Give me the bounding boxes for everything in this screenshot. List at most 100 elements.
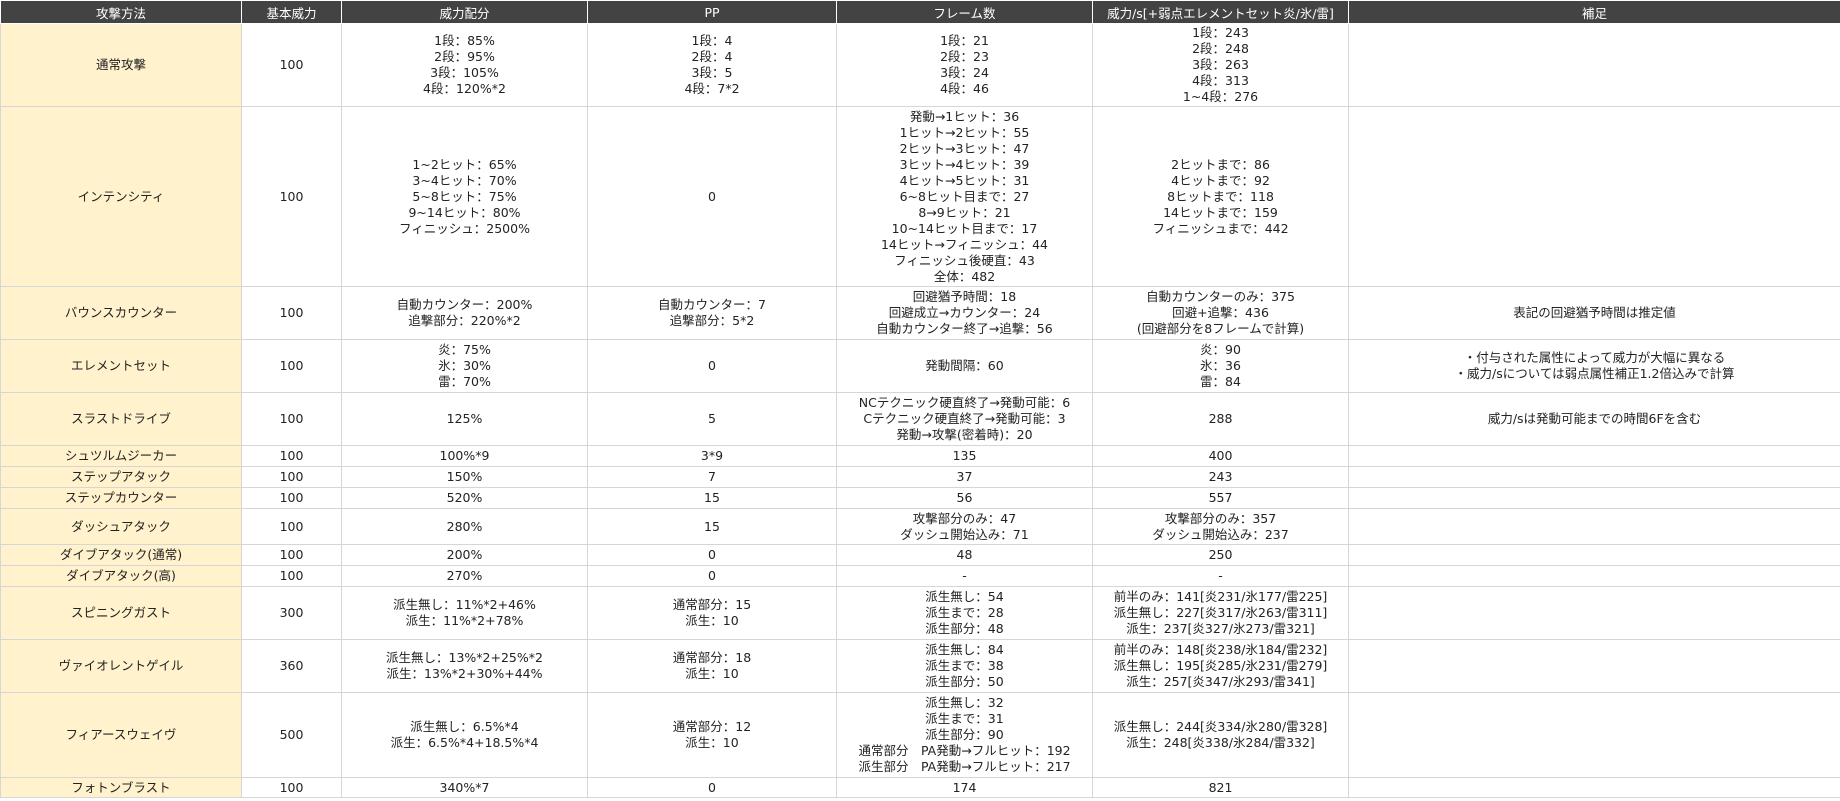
pp-cell: 0 [587, 777, 837, 798]
notes-cell [1348, 777, 1840, 798]
header-frame-count: フレーム数 [836, 0, 1093, 24]
header-notes: 補足 [1348, 0, 1840, 24]
attack-method-cell: ダッシュアタック [0, 508, 242, 545]
frame-count-cell: - [836, 565, 1093, 587]
base-power-cell: 100 [241, 487, 342, 509]
power-distribution-cell: 100%*9 [341, 445, 588, 467]
power-per-second-cell: 前半のみ：148[炎238/氷184/雷232] 派生無し：195[炎285/氷… [1092, 639, 1349, 693]
table-row: ダッシュアタック 100 280% 15 攻撃部分のみ：47 ダッシュ開始込み：71 攻撃… [0, 508, 1840, 545]
attack-method-cell: エレメントセット [0, 339, 242, 393]
base-power-cell: 360 [241, 639, 342, 693]
base-power-cell: 100 [241, 565, 342, 587]
power-per-second-cell: 自動カウンターのみ：375 回避+追撃：436 (回避部分を8フレームで計算) [1092, 286, 1349, 340]
table-row: ダイブアタック(通常) 100 200% 0 48 250 [0, 544, 1840, 566]
base-power-cell: 100 [241, 544, 342, 566]
base-power-cell: 100 [241, 23, 342, 107]
base-power-cell: 100 [241, 392, 342, 446]
base-power-cell: 100 [241, 466, 342, 488]
pp-cell: 5 [587, 392, 837, 446]
pp-cell: 0 [587, 544, 837, 566]
notes-cell: 威力/sは発動可能までの時間6Fを含む [1348, 392, 1840, 446]
power-per-second-cell: 攻撃部分のみ：357 ダッシュ開始込み：237 [1092, 508, 1349, 545]
base-power-cell: 300 [241, 586, 342, 640]
pp-cell: 0 [587, 339, 837, 393]
notes-cell [1348, 692, 1840, 778]
table-row: エレメントセット 100 炎：75% 氷：30% 雷：70% 0 発動間隔：60 炎：90… [0, 339, 1840, 393]
power-per-second-cell: 2ヒットまで：86 4ヒットまで：92 8ヒットまで：118 14ヒットまで：1… [1092, 106, 1349, 287]
frame-count-cell: NCテクニック硬直終了→発動可能：6 Cテクニック硬直終了→発動可能：3 発動→… [836, 392, 1093, 446]
power-distribution-cell: 自動カウンター：200% 追撃部分：220%*2 [341, 286, 588, 340]
notes-cell [1348, 565, 1840, 587]
pp-cell: 自動カウンター：7 追撃部分：5*2 [587, 286, 837, 340]
frame-count-cell: 発動間隔：60 [836, 339, 1093, 393]
base-power-cell: 100 [241, 445, 342, 467]
header-base-power: 基本威力 [241, 0, 342, 24]
table-row: バウンスカウンター 100 自動カウンター：200% 追撃部分：220%*2 自動カウ… [0, 286, 1840, 340]
notes-cell [1348, 508, 1840, 545]
power-per-second-cell: 1段：243 2段：248 3段：263 4段：313 1~4段：276 [1092, 23, 1349, 107]
power-distribution-cell: 炎：75% 氷：30% 雷：70% [341, 339, 588, 393]
pp-cell: 7 [587, 466, 837, 488]
frame-count-cell: 56 [836, 487, 1093, 509]
frame-count-cell: 派生無し：84 派生まで：38 派生部分：50 [836, 639, 1093, 693]
power-per-second-cell: 派生無し：244[炎334/氷280/雷328] 派生：248[炎338/氷28… [1092, 692, 1349, 778]
power-distribution-cell: 340%*7 [341, 777, 588, 798]
power-per-second-cell: - [1092, 565, 1349, 587]
frame-count-cell: 174 [836, 777, 1093, 798]
power-distribution-cell: 派生無し：13%*2+25%*2 派生：13%*2+30%+44% [341, 639, 588, 693]
notes-cell: ・付与された属性によって威力が大幅に異なる ・威力/sについては弱点属性補正1.… [1348, 339, 1840, 393]
attack-data-table: 攻撃方法 基本威力 威力配分 PP フレーム数 威力/s[+弱点エレメントセット… [0, 0, 1840, 798]
frame-count-cell: 回避猶予時間：18 回避成立→カウンター：24 自動カウンター終了→追撃：56 [836, 286, 1093, 340]
header-attack-method: 攻撃方法 [0, 0, 242, 24]
power-per-second-cell: 250 [1092, 544, 1349, 566]
attack-method-cell: ダイブアタック(通常) [0, 544, 242, 566]
notes-cell [1348, 639, 1840, 693]
power-per-second-cell: 288 [1092, 392, 1349, 446]
power-distribution-cell: 派生無し：11%*2+46% 派生：11%*2+78% [341, 586, 588, 640]
attack-method-cell: ダイブアタック(高) [0, 565, 242, 587]
power-per-second-cell: 前半のみ：141[炎231/氷177/雷225] 派生無し：227[炎317/氷… [1092, 586, 1349, 640]
power-per-second-cell: 炎：90 氷：36 雷：84 [1092, 339, 1349, 393]
table-row: シュツルムジーカー 100 100%*9 3*9 135 400 [0, 445, 1840, 467]
frame-count-cell: 1段：21 2段：23 3段：24 4段：46 [836, 23, 1093, 107]
power-distribution-cell: 1~2ヒット：65% 3~4ヒット：70% 5~8ヒット：75% 9~14ヒット… [341, 106, 588, 287]
table-row: スラストドライブ 100 125% 5 NCテクニック硬直終了→発動可能：6 Cテクニッ… [0, 392, 1840, 446]
attack-method-cell: ステップカウンター [0, 487, 242, 509]
table-row: ステップカウンター 100 520% 15 56 557 [0, 487, 1840, 509]
table-row: フィアースウェイヴ 500 派生無し：6.5%*4 派生：6.5%*4+18.5%*… [0, 692, 1840, 778]
frame-count-cell: 攻撃部分のみ：47 ダッシュ開始込み：71 [836, 508, 1093, 545]
pp-cell: 15 [587, 508, 837, 545]
power-per-second-cell: 400 [1092, 445, 1349, 467]
power-distribution-cell: 280% [341, 508, 588, 545]
frame-count-cell: 発動→1ヒット：36 1ヒット→2ヒット：55 2ヒット→3ヒット：47 3ヒッ… [836, 106, 1093, 287]
table-row: ステップアタック 100 150% 7 37 243 [0, 466, 1840, 488]
attack-method-cell: スピニングガスト [0, 586, 242, 640]
base-power-cell: 100 [241, 106, 342, 287]
attack-method-cell: ステップアタック [0, 466, 242, 488]
base-power-cell: 100 [241, 777, 342, 798]
pp-cell: 通常部分：18 派生：10 [587, 639, 837, 693]
base-power-cell: 100 [241, 286, 342, 340]
attack-method-cell: シュツルムジーカー [0, 445, 242, 467]
pp-cell: 0 [587, 106, 837, 287]
pp-cell: 3*9 [587, 445, 837, 467]
header-pp: PP [587, 0, 837, 24]
base-power-cell: 100 [241, 508, 342, 545]
frame-count-cell: 派生無し：32 派生まで：31 派生部分：90 通常部分 PA発動→フルヒット：… [836, 692, 1093, 778]
header-row: 攻撃方法 基本威力 威力配分 PP フレーム数 威力/s[+弱点エレメントセット… [0, 0, 1840, 24]
notes-cell [1348, 544, 1840, 566]
table-row: スピニングガスト 300 派生無し：11%*2+46% 派生：11%*2+78% 通常… [0, 586, 1840, 640]
notes-cell [1348, 487, 1840, 509]
attack-method-cell: バウンスカウンター [0, 286, 242, 340]
power-per-second-cell: 821 [1092, 777, 1349, 798]
frame-count-cell: 37 [836, 466, 1093, 488]
power-per-second-cell: 557 [1092, 487, 1349, 509]
power-distribution-cell: 150% [341, 466, 588, 488]
power-distribution-cell: 125% [341, 392, 588, 446]
frame-count-cell: 48 [836, 544, 1093, 566]
power-per-second-cell: 243 [1092, 466, 1349, 488]
attack-method-cell: 通常攻撃 [0, 23, 242, 107]
pp-cell: 1段：4 2段：4 3段：5 4段：7*2 [587, 23, 837, 107]
header-power-distribution: 威力配分 [341, 0, 588, 24]
table-row: ダイブアタック(高) 100 270% 0- - [0, 565, 1840, 587]
